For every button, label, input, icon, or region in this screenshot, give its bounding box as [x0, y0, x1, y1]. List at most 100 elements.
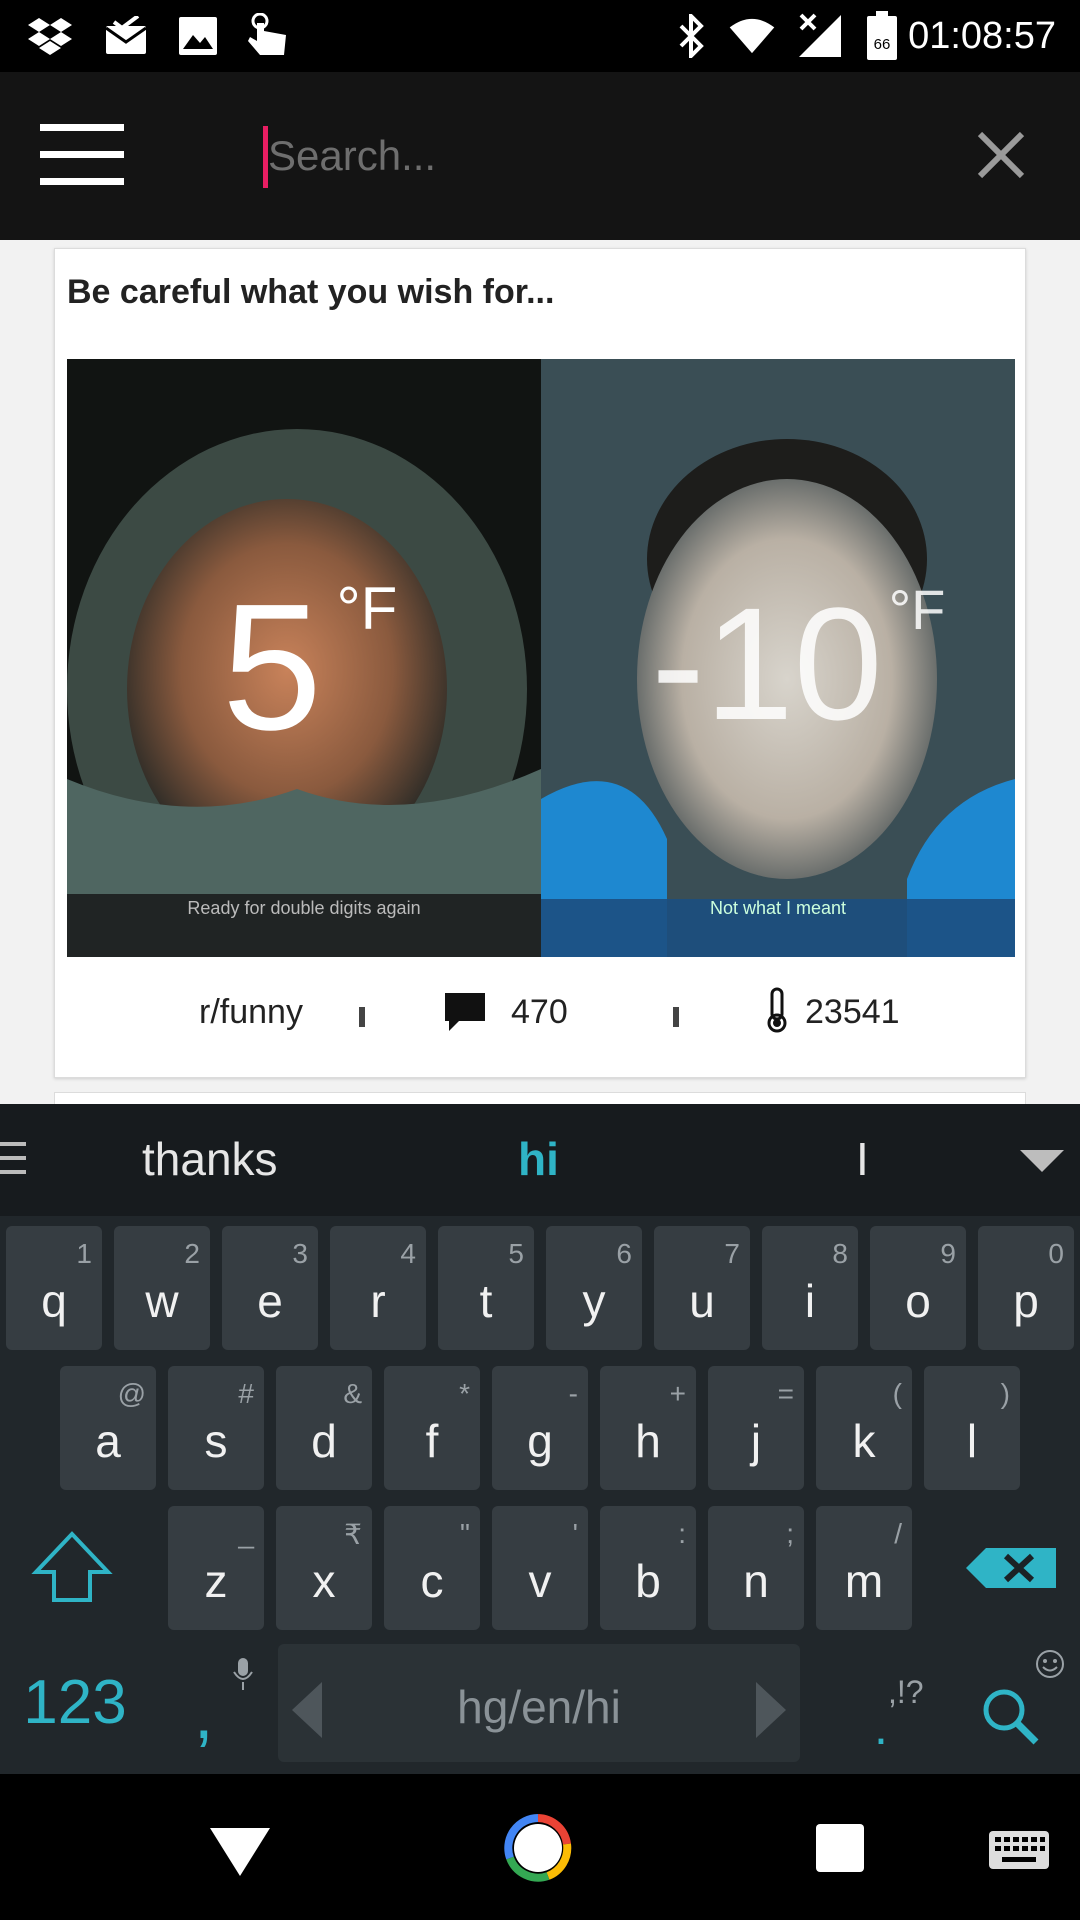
search-key[interactable]	[954, 1644, 1074, 1762]
key-i[interactable]: 8i	[762, 1226, 858, 1350]
key-l[interactable]: ) l	[924, 1366, 1020, 1490]
right-arrow-icon	[756, 1682, 786, 1738]
key-label: b	[635, 1555, 661, 1607]
close-icon[interactable]	[970, 124, 1032, 186]
key-label: z	[204, 1555, 228, 1607]
key-label: y	[582, 1275, 606, 1327]
key-hint: &	[343, 1378, 362, 1409]
key-label: v	[528, 1555, 552, 1607]
key-k[interactable]: (k	[816, 1366, 912, 1490]
backspace-key[interactable]	[958, 1506, 1068, 1630]
image-right-caption: Not what I meant	[710, 898, 846, 918]
post-list: Be careful what you wish for... Ready fo…	[0, 240, 1080, 1104]
key-label: k	[852, 1415, 876, 1467]
key-j[interactable]: = j	[708, 1366, 804, 1490]
key-label: w	[145, 1275, 179, 1327]
key-b[interactable]: :b	[600, 1506, 696, 1630]
next-post-card[interactable]	[54, 1092, 1026, 1104]
key-z[interactable]: _ z	[168, 1506, 264, 1630]
key-hint: 6	[616, 1238, 632, 1269]
suggestion-strip: thanks hi I	[0, 1104, 1080, 1216]
comment-count[interactable]: 470	[511, 993, 568, 1032]
key-w[interactable]: 2w	[114, 1226, 210, 1350]
key-x[interactable]: ₹ x	[276, 1506, 372, 1630]
image-left-temp: 5	[222, 567, 322, 768]
app-bar	[0, 72, 1080, 240]
svg-text:66: 66	[874, 36, 891, 53]
wifi-icon	[728, 12, 776, 60]
soft-keyboard: thanks hi I 1 q 2 w 3 e 4 r 5 t 6 y 7 u 8 i 9 o 0 p @ a # s & d * f…	[0, 1104, 1080, 1774]
back-icon[interactable]	[208, 1826, 272, 1878]
key-u[interactable]: 7u	[654, 1226, 750, 1350]
key-p[interactable]: 0p	[978, 1226, 1074, 1350]
numbers-key[interactable]: 123	[10, 1644, 140, 1762]
key-label: f	[425, 1415, 439, 1467]
key-label: p	[1013, 1275, 1039, 1327]
comma-key[interactable]: ,	[164, 1644, 264, 1762]
key-f[interactable]: * f	[384, 1366, 480, 1490]
keyboard-menu-icon[interactable]	[0, 1142, 28, 1184]
key-hint: /	[894, 1518, 902, 1549]
key-hint: (	[892, 1378, 902, 1409]
dropbox-icon	[26, 12, 74, 60]
period-key[interactable]: ,!? .	[836, 1644, 936, 1762]
post-meta: r/funny 470 23541	[55, 957, 1027, 1077]
key-n[interactable]: ; n	[708, 1506, 804, 1630]
suggestion-right[interactable]: I	[856, 1132, 869, 1186]
search-input[interactable]	[264, 122, 904, 190]
key-y[interactable]: 6y	[546, 1226, 642, 1350]
key-h[interactable]: + h	[600, 1366, 696, 1490]
key-hint: 8	[832, 1238, 848, 1269]
key-hint: 5	[508, 1238, 524, 1269]
clock: 01:08:57	[908, 15, 1056, 57]
image-left-unit: °F	[337, 575, 398, 642]
key-q[interactable]: 1q	[6, 1226, 102, 1350]
space-bar[interactable]: hg/en/hi	[278, 1644, 800, 1762]
post-card[interactable]: Be careful what you wish for... Ready fo…	[54, 248, 1026, 1078]
period-label: .	[874, 1699, 888, 1755]
key-c[interactable]: " c	[384, 1506, 480, 1630]
space-language-label: hg/en/hi	[457, 1681, 621, 1733]
key-v[interactable]: ' v	[492, 1506, 588, 1630]
key-label: x	[312, 1555, 336, 1607]
subreddit-link[interactable]: r/funny	[199, 993, 303, 1032]
home-icon[interactable]	[504, 1814, 572, 1882]
image-right-unit: °F	[889, 578, 946, 641]
key-s[interactable]: # s	[168, 1366, 264, 1490]
navigation-bar	[0, 1774, 1080, 1920]
key-r[interactable]: 4r	[330, 1226, 426, 1350]
image-icon	[174, 12, 222, 60]
key-hint: #	[238, 1378, 254, 1409]
suggestion-center[interactable]: hi	[518, 1132, 559, 1186]
chevron-down-icon[interactable]	[1020, 1150, 1064, 1172]
keyboard-icon[interactable]	[988, 1830, 1050, 1870]
key-a[interactable]: @ a	[60, 1366, 156, 1490]
mail-icon	[102, 12, 150, 60]
image-right-temp: -10	[651, 574, 882, 753]
key-g[interactable]: -g	[492, 1366, 588, 1490]
key-m[interactable]: / m	[816, 1506, 912, 1630]
key-label: t	[479, 1275, 493, 1327]
key-o[interactable]: 9o	[870, 1226, 966, 1350]
key-hint: *	[459, 1378, 470, 1409]
key-d[interactable]: & d	[276, 1366, 372, 1490]
shift-key[interactable]	[16, 1506, 128, 1630]
divider	[359, 1007, 365, 1027]
hamburger-menu-icon[interactable]	[40, 124, 128, 188]
key-label: c	[420, 1555, 444, 1607]
post-image[interactable]: Ready for double digits again 5 °F Not w…	[67, 359, 1015, 957]
key-hint: 7	[724, 1238, 740, 1269]
key-hint: -	[568, 1378, 578, 1409]
recents-icon[interactable]	[816, 1824, 864, 1872]
battery-icon: 66	[858, 11, 906, 60]
key-label: s	[204, 1415, 228, 1467]
key-hint: )	[1000, 1378, 1010, 1409]
key-e[interactable]: 3e	[222, 1226, 318, 1350]
key-t[interactable]: 5t	[438, 1226, 534, 1350]
suggestion-left[interactable]: thanks	[142, 1132, 278, 1186]
key-label: i	[804, 1275, 816, 1327]
key-hint: ₹	[344, 1519, 362, 1550]
search-icon	[983, 1689, 1039, 1745]
key-hint: _	[238, 1518, 254, 1549]
key-label: h	[635, 1415, 661, 1467]
